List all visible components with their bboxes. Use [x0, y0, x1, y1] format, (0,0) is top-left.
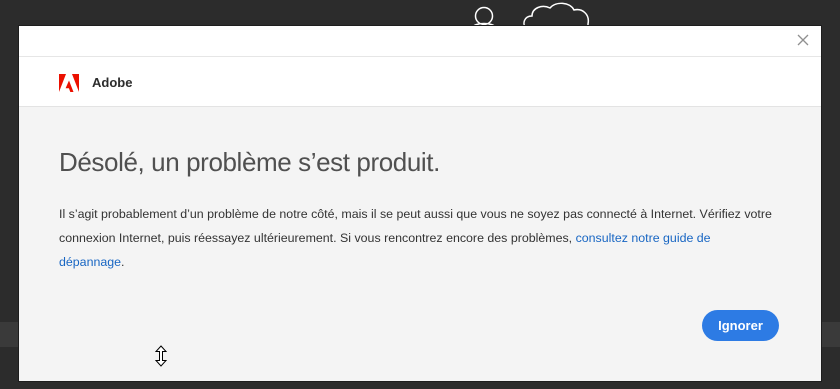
- error-message-end: .: [121, 255, 125, 269]
- error-dialog: Adobe Désolé, un problème s’est produit.…: [19, 26, 821, 381]
- ignore-button[interactable]: Ignorer: [702, 310, 779, 341]
- brand-name: Adobe: [92, 75, 133, 90]
- error-message: Il s’agit probablement d’un problème de …: [59, 202, 774, 274]
- dialog-title: Désolé, un problème s’est produit.: [59, 147, 440, 177]
- cloud-icon: [523, 2, 590, 28]
- adobe-logo: [59, 74, 79, 92]
- resize-vertical-cursor-icon: [154, 345, 168, 367]
- close-icon: [797, 34, 809, 46]
- close-button[interactable]: [795, 32, 811, 48]
- dialog-header: Adobe: [19, 57, 821, 107]
- person-icon: [471, 6, 497, 28]
- dialog-top-bar: [19, 26, 821, 57]
